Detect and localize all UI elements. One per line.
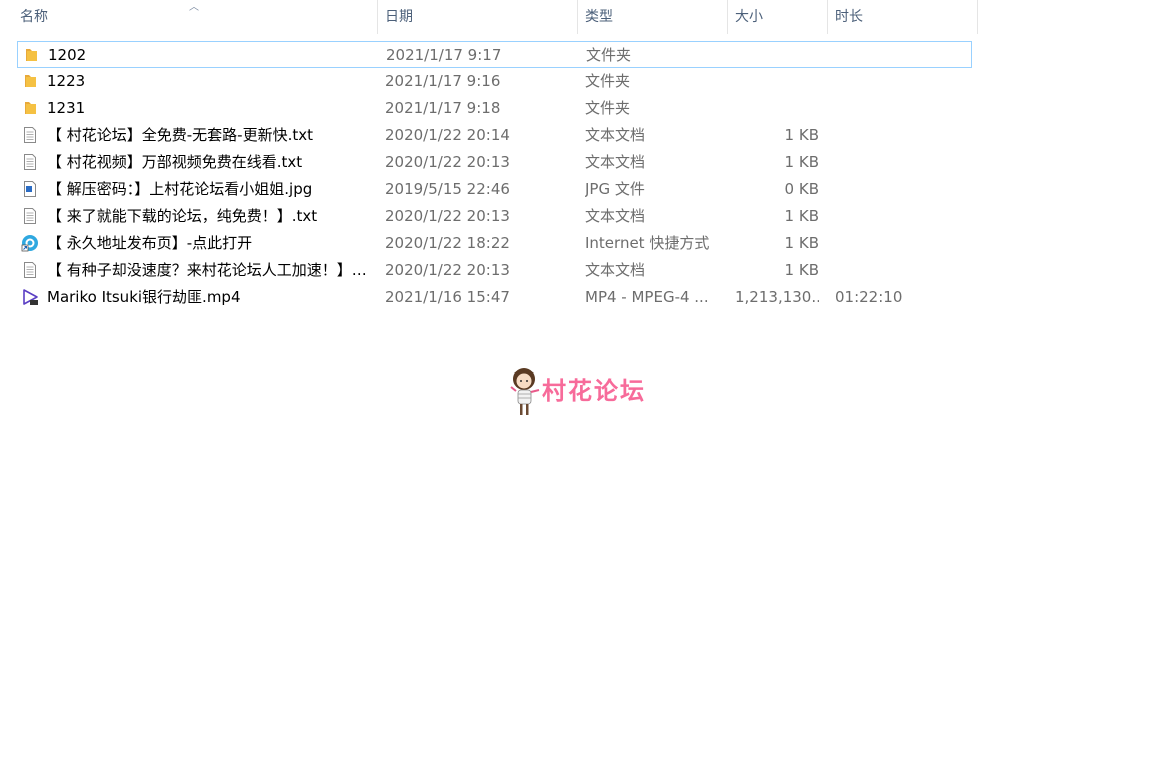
file-length: 01:22:10 xyxy=(835,288,903,306)
file-type: MP4 - MPEG-4 ... xyxy=(585,288,709,306)
file-name: 1223 xyxy=(47,72,86,90)
text-file-icon xyxy=(24,262,36,278)
file-row[interactable]: Mariko Itsuki银行劫匪.mp4 2021/1/16 15:47 MP… xyxy=(17,284,972,311)
file-row[interactable]: 【 解压密码：】上村花论坛看小姐姐.jpg 2019/5/15 22:46 JP… xyxy=(17,176,972,203)
file-name: 【 有种子却没速度？来村花论坛人工加速！】.... xyxy=(47,261,369,279)
file-date: 2020/1/22 20:13 xyxy=(385,207,510,225)
file-date: 2020/1/22 20:13 xyxy=(385,153,510,171)
column-header-date[interactable]: 日期 xyxy=(379,0,578,34)
file-type: Internet 快捷方式 xyxy=(585,234,710,252)
file-row[interactable]: 【 有种子却没速度？来村花论坛人工加速！】.... 2020/1/22 20:1… xyxy=(17,257,972,284)
file-length xyxy=(835,176,955,203)
file-type: 文本文档 xyxy=(585,153,646,171)
file-date: 2019/5/15 22:46 xyxy=(385,180,510,198)
file-type: 文件夹 xyxy=(586,46,632,64)
file-type: 文件夹 xyxy=(585,72,631,90)
folder-icon xyxy=(25,75,36,87)
file-row[interactable]: 【 村花视频】万部视频免费在线看.txt 2020/1/22 20:13 文本文… xyxy=(17,149,972,176)
file-name: Mariko Itsuki银行劫匪.mp4 xyxy=(47,288,241,306)
file-type: 文件夹 xyxy=(585,99,631,117)
column-header-type[interactable]: 类型 xyxy=(579,0,728,34)
file-row[interactable]: 1202 2021/1/17 9:17 文件夹 xyxy=(17,41,972,68)
file-size: 0 KB xyxy=(784,180,819,198)
column-header-length-label: 时长 xyxy=(835,9,863,25)
file-row[interactable]: 1231 2021/1/17 9:18 文件夹 xyxy=(17,95,972,122)
text-file-icon xyxy=(24,208,36,224)
file-name: 【 来了就能下载的论坛，纯免费！】.txt xyxy=(47,207,318,225)
internet-shortcut-icon xyxy=(21,235,38,252)
file-row[interactable]: 【 来了就能下载的论坛，纯免费！】.txt 2020/1/22 20:13 文本… xyxy=(17,203,972,230)
image-file-icon xyxy=(24,181,36,197)
file-date: 2020/1/22 20:13 xyxy=(385,261,510,279)
folder-icon xyxy=(26,49,37,61)
file-row[interactable]: 【 村花论坛】全免费-无套路-更新快.txt 2020/1/22 20:14 文… xyxy=(17,122,972,149)
file-size: 1,213,130... xyxy=(735,288,819,306)
file-name: 【 村花视频】万部视频免费在线看.txt xyxy=(47,153,303,171)
file-date: 2021/1/16 15:47 xyxy=(385,288,510,306)
file-name: 【 解压密码：】上村花论坛看小姐姐.jpg xyxy=(47,180,313,198)
file-length xyxy=(835,68,955,95)
file-size xyxy=(735,95,819,122)
folder-icon xyxy=(25,102,36,114)
column-header-length[interactable]: 时长 xyxy=(829,0,978,34)
watermark-text: 村花论坛 xyxy=(542,377,646,405)
file-name: 1202 xyxy=(48,46,87,64)
file-length xyxy=(835,257,955,284)
sort-ascending-icon: ︿ xyxy=(189,2,199,13)
column-header-bar: 名称 ︿ 日期 类型 大小 时长 xyxy=(0,0,978,35)
file-type: 文本文档 xyxy=(585,261,646,279)
file-row[interactable]: 【 永久地址发布页】-点此打开 2020/1/22 18:22 Internet… xyxy=(17,230,972,257)
column-header-size-label: 大小 xyxy=(735,9,763,25)
cartoon-girl-icon xyxy=(510,368,540,415)
file-length xyxy=(835,122,955,149)
file-name: 【 永久地址发布页】-点此打开 xyxy=(47,234,253,252)
file-date: 2021/1/17 9:16 xyxy=(385,72,501,90)
video-file-icon xyxy=(23,289,38,305)
file-size xyxy=(736,42,820,69)
file-date: 2020/1/22 18:22 xyxy=(385,234,510,252)
column-header-date-label: 日期 xyxy=(385,9,413,25)
file-length xyxy=(835,95,955,122)
file-type: 文本文档 xyxy=(585,207,646,225)
column-header-name-label: 名称 xyxy=(20,9,48,25)
file-length xyxy=(835,203,955,230)
file-size: 1 KB xyxy=(784,207,819,225)
column-header-type-label: 类型 xyxy=(585,9,613,25)
text-file-icon xyxy=(24,154,36,170)
file-name: 1231 xyxy=(47,99,86,117)
file-size: 1 KB xyxy=(784,234,819,252)
file-type: 文本文档 xyxy=(585,126,646,144)
file-date: 2020/1/22 20:14 xyxy=(385,126,510,144)
text-file-icon xyxy=(24,127,36,143)
file-length xyxy=(836,42,956,69)
column-header-size[interactable]: 大小 xyxy=(729,0,828,34)
file-date: 2021/1/17 9:18 xyxy=(385,99,501,117)
file-row[interactable]: 1223 2021/1/17 9:16 文件夹 xyxy=(17,68,972,95)
file-name: 【 村花论坛】全免费-无套路-更新快.txt xyxy=(47,126,314,144)
file-length xyxy=(835,149,955,176)
file-date: 2021/1/17 9:17 xyxy=(386,46,502,64)
file-size: 1 KB xyxy=(784,126,819,144)
file-size: 1 KB xyxy=(784,153,819,171)
file-type: JPG 文件 xyxy=(585,180,645,198)
file-length xyxy=(835,230,955,257)
file-size xyxy=(735,68,819,95)
file-size: 1 KB xyxy=(784,261,819,279)
watermark-logo: 村花论坛 xyxy=(508,365,668,419)
